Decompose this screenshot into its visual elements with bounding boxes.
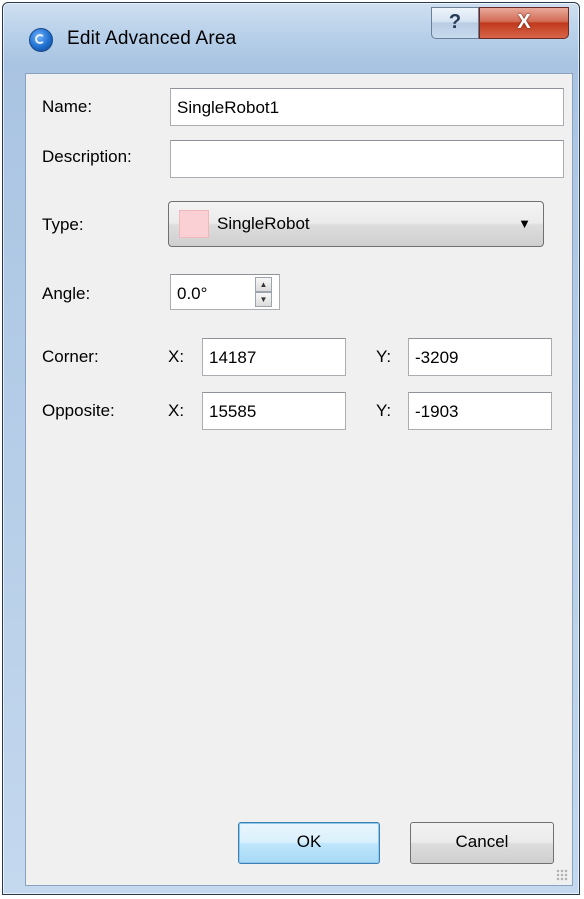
angle-spinbox[interactable]: 0.0° ▲ ▼ <box>170 274 280 310</box>
opposite-y-label: Y: <box>376 401 392 420</box>
title-bar[interactable]: Edit Advanced Area ? X <box>3 3 579 75</box>
spin-up-icon[interactable]: ▲ <box>255 277 272 292</box>
corner-y-input[interactable]: -3209 <box>408 338 552 376</box>
opposite-x-label: X: <box>168 401 185 420</box>
window-title: Edit Advanced Area <box>67 28 237 49</box>
corner-label: Corner: <box>42 347 99 366</box>
name-input[interactable]: SingleRobot1 <box>170 88 564 126</box>
type-dropdown[interactable]: SingleRobot ▼ <box>168 201 544 247</box>
description-label: Description: <box>42 147 132 166</box>
help-button[interactable]: ? <box>431 7 479 39</box>
type-color-swatch <box>179 210 209 238</box>
dialog-window: Edit Advanced Area ? X Name: SingleRobot… <box>2 2 580 895</box>
corner-y-label: Y: <box>376 347 392 366</box>
corner-x-label: X: <box>168 347 185 366</box>
corner-x-input[interactable]: 14187 <box>202 338 346 376</box>
type-dropdown-value: SingleRobot <box>217 214 310 233</box>
name-label: Name: <box>42 97 93 116</box>
close-icon: X <box>517 11 531 33</box>
description-input[interactable] <box>170 140 564 178</box>
angle-value: 0.0° <box>177 284 208 303</box>
opposite-y-input[interactable]: -1903 <box>408 392 552 430</box>
app-logo-icon <box>29 28 53 52</box>
opposite-x-input[interactable]: 15585 <box>202 392 346 430</box>
type-label: Type: <box>42 215 84 234</box>
dropdown-arrow-icon: ▼ <box>518 216 531 231</box>
cancel-button[interactable]: Cancel <box>410 822 554 864</box>
opposite-label: Opposite: <box>42 401 115 420</box>
ok-button[interactable]: OK <box>238 822 380 864</box>
dialog-body: Name: SingleRobot1 Description: Type: Si… <box>25 73 573 886</box>
help-icon: ? <box>448 11 462 33</box>
spin-down-icon[interactable]: ▼ <box>255 292 272 307</box>
resize-grip-icon[interactable] <box>556 869 568 881</box>
angle-label: Angle: <box>42 284 91 303</box>
close-button[interactable]: X <box>479 7 569 39</box>
